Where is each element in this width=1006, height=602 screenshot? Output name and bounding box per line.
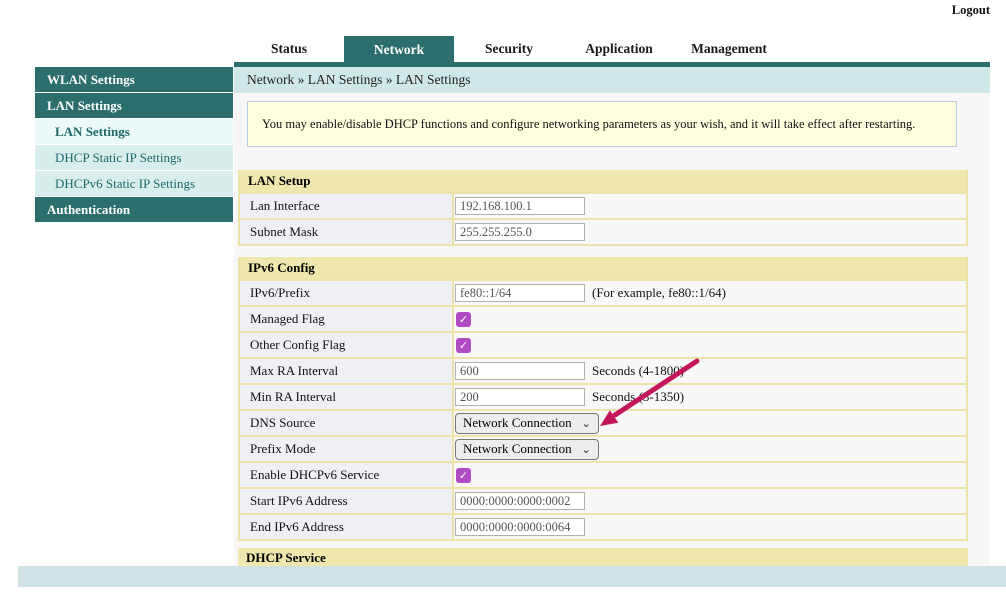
field-value-cell <box>454 220 966 244</box>
field-note: Seconds (4-1800) <box>592 363 684 379</box>
lan-interface-input[interactable] <box>455 197 585 215</box>
main-tabbar: Status Network Security Application Mana… <box>234 36 990 62</box>
field-label: Start IPv6 Address <box>240 489 454 513</box>
field-value-cell: ✓ <box>454 333 966 357</box>
field-label: Max RA Interval <box>240 359 454 383</box>
sidebar-item-dhcp-static-ip[interactable]: DHCP Static IP Settings <box>35 145 233 170</box>
dns-source-selected-value: Network Connection <box>463 415 572 431</box>
table-row: Managed Flag ✓ <box>240 305 966 331</box>
field-label: End IPv6 Address <box>240 515 454 539</box>
field-label: Other Config Flag <box>240 333 454 357</box>
sidebar: WLAN Settings LAN Settings LAN Settings … <box>35 67 233 223</box>
table-row: Prefix Mode Network Connection ⌄ <box>240 435 966 461</box>
table-row: IPv6/Prefix (For example, fe80::1/64) <box>240 279 966 305</box>
sidebar-item-wlan-settings[interactable]: WLAN Settings <box>35 67 233 92</box>
logout-link[interactable]: Logout <box>952 3 990 18</box>
lan-setup-section: LAN Setup Lan Interface Subnet Mask <box>238 170 968 246</box>
lan-setup-title: LAN Setup <box>240 170 966 192</box>
field-note: (For example, fe80::1/64) <box>592 285 726 301</box>
field-label: Enable DHCPv6 Service <box>240 463 454 487</box>
start-ipv6-address-input[interactable] <box>455 492 585 510</box>
sidebar-item-lan-settings[interactable]: LAN Settings <box>35 119 233 144</box>
field-value-cell: Seconds (4-1800) <box>454 359 966 383</box>
breadcrumb: Network » LAN Settings » LAN Settings <box>234 67 990 93</box>
tab-status[interactable]: Status <box>234 36 344 62</box>
field-note: Seconds (3-1350) <box>592 389 684 405</box>
field-value-cell <box>454 489 966 513</box>
prefix-mode-selected-value: Network Connection <box>463 441 572 457</box>
table-row: DNS Source Network Connection ⌄ <box>240 409 966 435</box>
field-label: Prefix Mode <box>240 437 454 461</box>
prefix-mode-select[interactable]: Network Connection ⌄ <box>455 439 599 460</box>
field-label: Subnet Mask <box>240 220 454 244</box>
field-value-cell: Network Connection ⌄ <box>454 411 966 435</box>
table-row: Start IPv6 Address <box>240 487 966 513</box>
end-ipv6-address-input[interactable] <box>455 518 585 536</box>
enable-dhcpv6-checkbox[interactable]: ✓ <box>456 468 471 483</box>
chevron-down-icon: ⌄ <box>582 417 591 430</box>
field-value-cell: (For example, fe80::1/64) <box>454 281 966 305</box>
other-config-flag-checkbox[interactable]: ✓ <box>456 338 471 353</box>
tab-management[interactable]: Management <box>674 36 784 62</box>
table-row: Other Config Flag ✓ <box>240 331 966 357</box>
tab-application[interactable]: Application <box>564 36 674 62</box>
field-label: Managed Flag <box>240 307 454 331</box>
min-ra-interval-input[interactable] <box>455 388 585 406</box>
field-value-cell: Network Connection ⌄ <box>454 437 966 461</box>
sidebar-item-lan-settings-group[interactable]: LAN Settings <box>35 93 233 118</box>
subnet-mask-input[interactable] <box>455 223 585 241</box>
table-row: Lan Interface <box>240 192 966 218</box>
table-row: End IPv6 Address <box>240 513 966 539</box>
sidebar-item-dhcpv6-static-ip[interactable]: DHCPv6 Static IP Settings <box>35 171 233 196</box>
notice-box: You may enable/disable DHCP functions an… <box>247 101 957 147</box>
field-label: Lan Interface <box>240 194 454 218</box>
field-label: IPv6/Prefix <box>240 281 454 305</box>
tab-security[interactable]: Security <box>454 36 564 62</box>
router-admin-page: Logout Status Network Security Applicati… <box>0 0 1006 602</box>
managed-flag-checkbox[interactable]: ✓ <box>456 312 471 327</box>
dns-source-select[interactable]: Network Connection ⌄ <box>455 413 599 434</box>
table-row: Enable DHCPv6 Service ✓ <box>240 461 966 487</box>
footer-band <box>18 566 1006 587</box>
field-value-cell: Seconds (3-1350) <box>454 385 966 409</box>
field-value-cell: ✓ <box>454 463 966 487</box>
field-value-cell <box>454 194 966 218</box>
table-row: Max RA Interval Seconds (4-1800) <box>240 357 966 383</box>
notice-text: You may enable/disable DHCP functions an… <box>262 117 915 132</box>
ipv6-config-section: IPv6 Config IPv6/Prefix (For example, fe… <box>238 257 968 541</box>
chevron-down-icon: ⌄ <box>582 443 591 456</box>
field-value-cell: ✓ <box>454 307 966 331</box>
field-label: DNS Source <box>240 411 454 435</box>
field-label: Min RA Interval <box>240 385 454 409</box>
field-value-cell <box>454 515 966 539</box>
table-row: Subnet Mask <box>240 218 966 244</box>
ipv6-config-title: IPv6 Config <box>240 257 966 279</box>
max-ra-interval-input[interactable] <box>455 362 585 380</box>
sidebar-item-authentication[interactable]: Authentication <box>35 197 233 222</box>
table-row: Min RA Interval Seconds (3-1350) <box>240 383 966 409</box>
ipv6-prefix-input[interactable] <box>455 284 585 302</box>
